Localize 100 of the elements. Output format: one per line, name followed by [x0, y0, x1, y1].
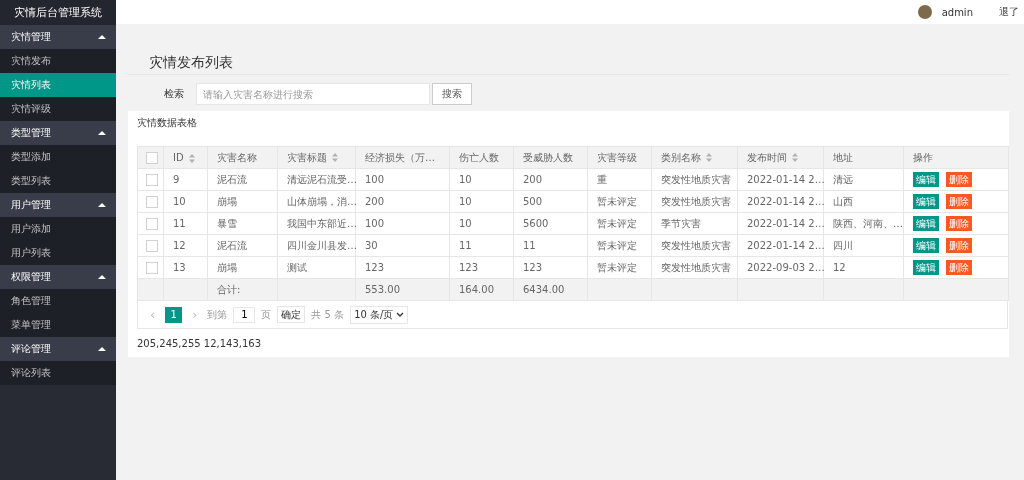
- table-cell: 暂未评定: [597, 217, 637, 229]
- sidebar-item[interactable]: 灾情列表: [0, 73, 116, 97]
- checkbox[interactable]: [146, 195, 158, 208]
- sidebar-item[interactable]: 类型添加: [0, 145, 116, 169]
- sidebar-item[interactable]: 角色管理: [0, 289, 116, 313]
- checkbox[interactable]: [146, 261, 158, 274]
- table-cell: 123: [523, 262, 543, 273]
- table-cell: 10: [459, 196, 472, 207]
- table-cell: 2022-01-14 2…: [747, 218, 825, 229]
- checkbox[interactable]: [146, 173, 158, 186]
- column-header: 地址: [833, 151, 853, 163]
- checkbox[interactable]: [146, 239, 158, 252]
- sidebar-group[interactable]: 权限管理: [0, 265, 116, 289]
- edit-button[interactable]: 编辑: [913, 194, 939, 209]
- total-cell: 6434.00: [523, 284, 565, 295]
- sidebar-item[interactable]: 灾情评级: [0, 97, 116, 121]
- sidebar-item[interactable]: 评论列表: [0, 361, 116, 385]
- table-cell: 重: [597, 173, 607, 185]
- table-cell: 100: [365, 218, 385, 229]
- search-field[interactable]: 请输入灾害名称进行搜索: [196, 83, 430, 105]
- app-title: 灾情后台管理系统: [0, 0, 116, 25]
- table-cell: 暴雪: [217, 217, 237, 229]
- checkbox[interactable]: [146, 217, 158, 230]
- page-unit: 页: [261, 307, 272, 322]
- table-cell: 暂未评定: [597, 195, 637, 207]
- edit-button[interactable]: 编辑: [913, 216, 939, 231]
- search-button[interactable]: 搜索: [432, 83, 472, 105]
- table-cell: 陕西、河南、…: [833, 217, 903, 229]
- total-cell: 164.00: [459, 284, 494, 295]
- column-header: 发布时间: [747, 151, 787, 163]
- checkbox[interactable]: [146, 151, 158, 164]
- table-cell: 100: [365, 174, 385, 185]
- sidebar-group[interactable]: 灾情管理: [0, 25, 116, 49]
- table-cell: 季节灾害: [661, 217, 701, 229]
- table-cell: 10: [459, 174, 472, 185]
- sidebar-group[interactable]: 类型管理: [0, 121, 116, 145]
- column-header: 灾害等级: [597, 151, 637, 163]
- confirm-button[interactable]: 确定: [277, 306, 306, 323]
- table-cell: 5600: [523, 218, 549, 229]
- sort-icon[interactable]: [188, 153, 195, 163]
- sidebar-item[interactable]: 用户添加: [0, 217, 116, 241]
- table-cell: 11: [523, 240, 536, 251]
- sidebar-group[interactable]: 评论管理: [0, 337, 116, 361]
- column-header: 灾害名称: [217, 151, 257, 163]
- table-cell: 200: [365, 196, 385, 207]
- table-cell: 2022-09-03 2…: [747, 262, 825, 273]
- sidebar-item[interactable]: 用户列表: [0, 241, 116, 265]
- table-cell: 泥石流: [217, 173, 247, 185]
- table-cell: 12: [173, 240, 186, 251]
- column-header: 操作: [913, 151, 933, 163]
- table-cell: 2022-01-14 2…: [747, 196, 825, 207]
- table-cell: 泥石流: [217, 239, 247, 251]
- table-cell: 10: [173, 196, 186, 207]
- table-cell: 2022-01-14 2…: [747, 174, 825, 185]
- table-cell: 9: [173, 174, 180, 185]
- sort-icon[interactable]: [706, 153, 712, 162]
- sidebar-group[interactable]: 用户管理: [0, 193, 116, 217]
- sidebar-item[interactable]: 菜单管理: [0, 313, 116, 337]
- table-cell: 测试: [287, 261, 307, 273]
- table-cell: 11: [459, 240, 472, 251]
- table-cell: 清远泥石流受…: [287, 173, 357, 185]
- sort-icon[interactable]: [792, 153, 798, 162]
- page-size-select[interactable]: 10 条/页: [350, 305, 409, 324]
- column-header: 类别名称: [661, 151, 701, 163]
- table-cell: 山体崩塌，消…: [287, 195, 357, 207]
- table-cell: 暂未评定: [597, 239, 637, 251]
- page-button[interactable]: 1: [165, 306, 183, 323]
- table-cell: 山西: [833, 195, 853, 207]
- user-name[interactable]: admin: [941, 6, 973, 18]
- sort-icon[interactable]: [332, 153, 338, 162]
- table-cell: 13: [173, 262, 186, 273]
- table-cell: 123: [459, 262, 479, 273]
- page-input[interactable]: 1: [233, 306, 256, 323]
- goto-label: 到第: [207, 307, 228, 322]
- column-header: 灾害标题: [287, 151, 327, 163]
- table-cell: 突发性地质灾害: [661, 239, 731, 251]
- card-title: 灾情数据表格: [137, 116, 198, 130]
- table-cell: 四川金川县发…: [287, 239, 357, 251]
- column-header: ID: [173, 152, 184, 163]
- edit-button[interactable]: 编辑: [913, 260, 939, 275]
- avatar-icon: [917, 5, 932, 19]
- color-values-text: 205,245,255 12,143,163: [137, 338, 263, 349]
- table-cell: 2022-01-14 2…: [747, 240, 825, 251]
- logout-link[interactable]: 退了: [999, 5, 1019, 19]
- table-cell: 30: [365, 240, 378, 251]
- edit-button[interactable]: 编辑: [913, 172, 939, 187]
- total-label: 合计:: [217, 283, 241, 295]
- table-cell: 崩塌: [217, 261, 237, 273]
- table-cell: 突发性地质灾害: [661, 261, 731, 273]
- sidebar-item[interactable]: 灾情发布: [0, 49, 116, 73]
- sidebar-item[interactable]: 类型列表: [0, 169, 116, 193]
- table-cell: 崩塌: [217, 195, 237, 207]
- table-cell: 12: [833, 262, 846, 273]
- table-cell: 11: [173, 218, 186, 229]
- edit-button[interactable]: 编辑: [913, 238, 939, 253]
- table-cell: 突发性地质灾害: [661, 195, 731, 207]
- table-cell: 200: [523, 174, 543, 185]
- column-header: 经济损失（万…: [365, 151, 435, 163]
- total-cell: 553.00: [365, 284, 400, 295]
- table-cell: 突发性地质灾害: [661, 173, 731, 185]
